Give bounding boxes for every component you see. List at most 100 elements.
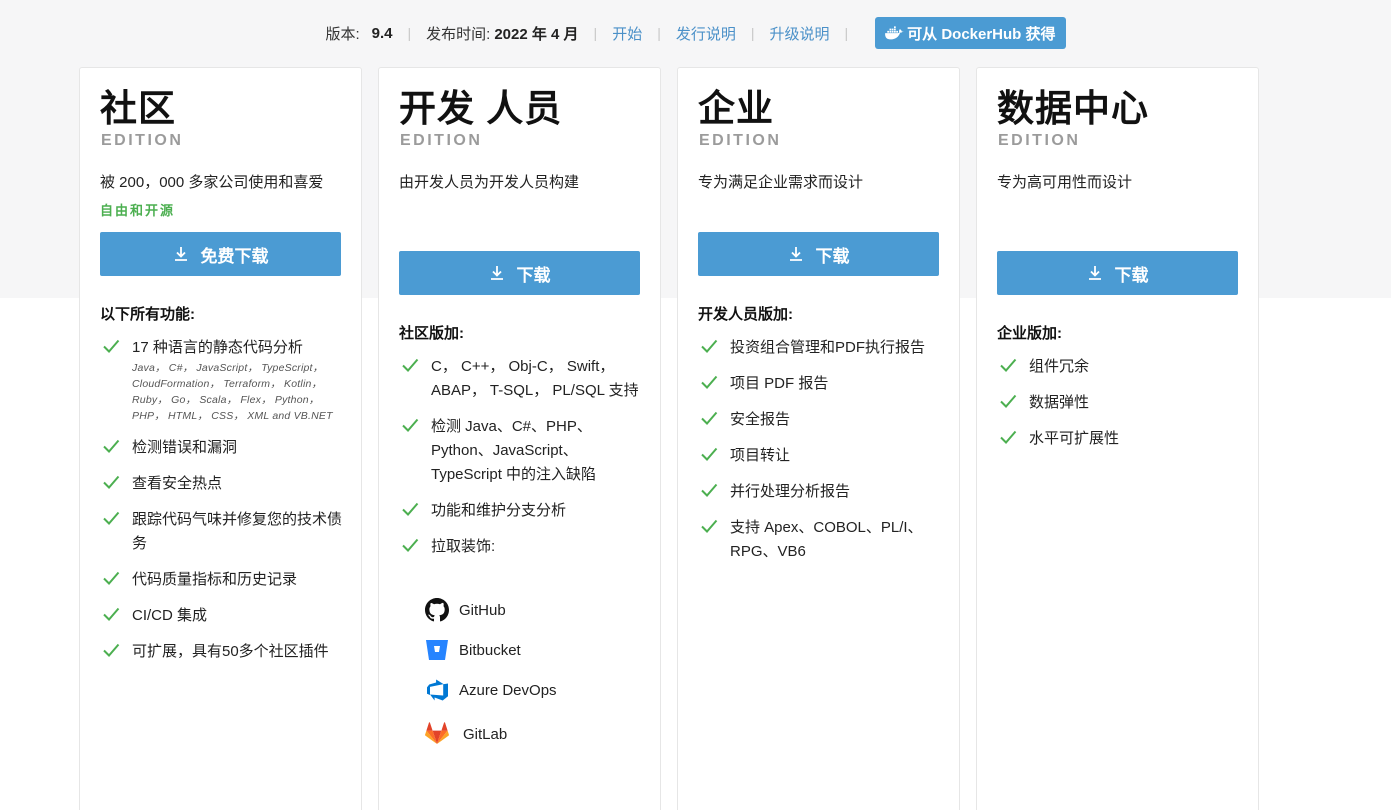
edition-title: 开发 人员 xyxy=(399,88,563,129)
dockerhub-label: 可从 DockerHub 获得 xyxy=(907,25,1056,43)
dockerhub-button[interactable]: 可从 DockerHub 获得 xyxy=(875,17,1066,49)
feature-text: 代码质量指标和历史记录 xyxy=(132,571,298,588)
download-button[interactable]: 下载 xyxy=(698,232,939,276)
community-edition-card: 社区 EDITION 被 200，000 多家公司使用和喜爱 自由和开源 免费下… xyxy=(79,67,362,810)
edition-subtitle: EDITION xyxy=(699,132,782,149)
check-icon xyxy=(103,439,120,453)
languages-note: Java， C#， JavaScript， TypeScript， CloudF… xyxy=(132,362,333,422)
gitlab-icon xyxy=(425,722,449,744)
release-notes-link[interactable]: 发行说明 xyxy=(676,23,736,44)
integration-name: GitLab xyxy=(463,725,508,743)
version-value: 9.4 xyxy=(371,24,393,42)
section-heading: 以下所有功能: xyxy=(100,306,195,323)
edition-subtitle: EDITION xyxy=(101,132,184,149)
divider: | xyxy=(593,25,598,41)
list-item: 检测错误和漏洞 xyxy=(100,436,345,460)
integration-name: GitHub xyxy=(459,601,506,619)
section-heading: 开发人员版加: xyxy=(698,306,793,323)
feature-text: 检测错误和漏洞 xyxy=(132,439,238,456)
feature-list: 投资组合管理和PDF执行报告 项目 PDF 报告 安全报告 项目转让 并行处理分… xyxy=(698,336,943,576)
check-icon xyxy=(103,511,120,525)
feature-text: 17 种语言的静态代码分析 xyxy=(132,339,303,356)
divider: | xyxy=(844,25,849,41)
feature-text: 功能和维护分支分析 xyxy=(431,502,567,519)
download-label: 免费下载 xyxy=(200,246,269,266)
edition-subtitle: EDITION xyxy=(998,132,1081,149)
edition-tagline: 专为高可用性而设计 xyxy=(997,174,1133,191)
feature-text: 拉取装饰: xyxy=(431,538,496,555)
feature-text: 跟踪代码气味并修复您的技术债务 xyxy=(132,511,343,552)
list-item: 17 种语言的静态代码分析 Java， C#， JavaScript， Type… xyxy=(100,336,345,424)
edition-tagline: 被 200，000 多家公司使用和喜爱 xyxy=(100,174,324,191)
check-icon xyxy=(701,339,718,353)
feature-text: 安全报告 xyxy=(730,411,791,428)
check-icon xyxy=(103,475,120,489)
list-item: 检测 Java、C#、PHP、Python、JavaScript、TypeScr… xyxy=(399,415,644,487)
integration-list: GitHub Bitbucket Azure DevOps GitLab xyxy=(425,590,557,754)
integration-github: GitHub xyxy=(425,590,557,630)
check-icon xyxy=(103,571,120,585)
edition-tagline: 由开发人员为开发人员构建 xyxy=(399,174,580,191)
enterprise-edition-card: 企业 EDITION 专为满足企业需求而设计 下载 开发人员版加: 投资组合管理… xyxy=(677,67,960,810)
download-icon xyxy=(174,247,187,261)
list-item: 投资组合管理和PDF执行报告 xyxy=(698,336,943,360)
upgrade-notes-link[interactable]: 升级说明 xyxy=(770,23,830,44)
download-button[interactable]: 下载 xyxy=(997,251,1238,295)
check-icon xyxy=(103,643,120,657)
list-item: 支持 Apex、COBOL、PL/I、RPG、VB6 xyxy=(698,516,943,564)
section-heading: 企业版加: xyxy=(997,325,1062,342)
list-item: 查看安全热点 xyxy=(100,472,345,496)
check-icon xyxy=(103,339,120,353)
edition-title: 数据中心 xyxy=(997,88,1149,129)
check-icon xyxy=(1000,394,1017,408)
check-icon xyxy=(701,483,718,497)
release-value: 2022 年 4 月 xyxy=(494,25,579,43)
feature-list: 组件冗余 数据弹性 水平可扩展性 xyxy=(997,355,1242,463)
list-item: 代码质量指标和历史记录 xyxy=(100,568,345,592)
download-icon xyxy=(1088,266,1101,280)
feature-text: 数据弹性 xyxy=(1029,394,1090,411)
datacenter-edition-card: 数据中心 EDITION 专为高可用性而设计 下载 企业版加: 组件冗余 数据弹… xyxy=(976,67,1259,810)
azure-devops-icon xyxy=(427,679,448,701)
list-item: 数据弹性 xyxy=(997,391,1242,415)
bitbucket-icon xyxy=(426,640,448,660)
release-info-bar: 版本: 9.4 | 发布时间: 2022 年 4 月 | 开始 | 发行说明 |… xyxy=(0,17,1391,49)
check-icon xyxy=(1000,430,1017,444)
get-started-link[interactable]: 开始 xyxy=(612,23,642,44)
check-icon xyxy=(402,502,419,516)
feature-text: 查看安全热点 xyxy=(132,475,223,492)
developer-edition-card: 开发 人员 EDITION 由开发人员为开发人员构建 下载 社区版加: C， C… xyxy=(378,67,661,810)
integration-azure-devops: Azure DevOps xyxy=(425,670,557,710)
list-item: 拉取装饰: xyxy=(399,535,644,559)
check-icon xyxy=(701,375,718,389)
feature-list: 17 种语言的静态代码分析 Java， C#， JavaScript， Type… xyxy=(100,336,345,676)
divider: | xyxy=(407,25,412,41)
download-icon xyxy=(490,266,503,280)
feature-text: 并行处理分析报告 xyxy=(730,483,851,500)
version-label: 版本: xyxy=(325,25,360,43)
feature-text: 投资组合管理和PDF执行报告 xyxy=(730,339,926,356)
list-item: 功能和维护分支分析 xyxy=(399,499,644,523)
integration-name: Azure DevOps xyxy=(459,681,557,699)
list-item: 组件冗余 xyxy=(997,355,1242,379)
download-button[interactable]: 下载 xyxy=(399,251,640,295)
feature-text: 支持 Apex、COBOL、PL/I、RPG、VB6 xyxy=(730,519,923,560)
github-icon xyxy=(425,598,449,622)
free-download-button[interactable]: 免费下载 xyxy=(100,232,341,276)
edition-tagline: 专为满足企业需求而设计 xyxy=(698,174,864,191)
feature-text: 可扩展，具有50多个社区插件 xyxy=(132,643,329,660)
check-icon xyxy=(402,538,419,552)
docker-icon xyxy=(885,26,905,40)
list-item: 项目转让 xyxy=(698,444,943,468)
check-icon xyxy=(701,519,718,533)
integration-bitbucket: Bitbucket xyxy=(425,630,557,670)
divider: | xyxy=(657,25,661,41)
feature-text: 组件冗余 xyxy=(1029,358,1090,375)
list-item: 并行处理分析报告 xyxy=(698,480,943,504)
free-open-source-tag: 自由和开源 xyxy=(100,203,176,218)
list-item: C， C++， Obj-C， Swift， ABAP， T-SQL， PL/SQ… xyxy=(399,355,644,403)
check-icon xyxy=(701,411,718,425)
list-item: 可扩展，具有50多个社区插件 xyxy=(100,640,345,664)
release-label: 发布时间: xyxy=(426,25,491,43)
download-icon xyxy=(789,247,802,261)
